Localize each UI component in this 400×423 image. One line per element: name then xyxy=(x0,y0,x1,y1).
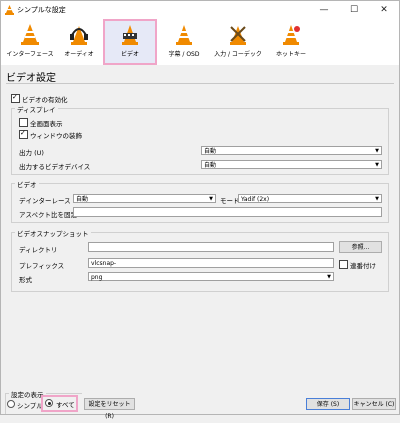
chevron-down-icon: ▼ xyxy=(209,196,213,202)
tab-interface[interactable]: インターフェース xyxy=(5,21,55,63)
chevron-down-icon: ▼ xyxy=(375,196,379,202)
enable-video-label: ビデオの有効化 xyxy=(22,96,68,104)
tab-subtitles-label: 字幕 / OSD xyxy=(168,51,200,58)
enable-video-checkbox[interactable] xyxy=(11,93,20,103)
display-group-title: ディスプレイ xyxy=(15,104,58,114)
window-decoration-checkbox[interactable] xyxy=(19,129,28,139)
simple-radio-label: シンプル xyxy=(17,402,43,410)
codec-cone-icon xyxy=(230,26,246,45)
tab-video[interactable]: ビデオ xyxy=(103,19,157,65)
prefix-input[interactable]: vlcsnap- xyxy=(88,258,334,268)
maximize-button[interactable]: ☐ xyxy=(339,1,369,19)
output-device-select-value: 自動 xyxy=(204,162,217,169)
tab-input-codecs[interactable]: 入力 / コーデック xyxy=(209,21,267,63)
chevron-down-icon: ▼ xyxy=(327,274,331,280)
window-title: シンプルな設定 xyxy=(17,6,66,14)
output-device-label: 出力するビデオデバイス xyxy=(19,163,91,171)
browse-button[interactable]: 参照... xyxy=(339,241,382,253)
format-select[interactable]: png ▼ xyxy=(88,272,334,281)
chevron-down-icon: ▼ xyxy=(375,162,379,168)
tab-hotkeys-label: ホットキー xyxy=(275,51,306,58)
close-button[interactable]: ✕ xyxy=(369,1,399,19)
audio-headphones-icon xyxy=(70,26,88,45)
category-toolbar: インターフェース オーディオ ビデオ 字幕 / OSD 入力 / コーデック ホ… xyxy=(1,19,399,65)
hotkeys-cone-icon xyxy=(283,25,300,45)
sequential-checkbox[interactable] xyxy=(339,260,348,269)
tab-video-label: ビデオ xyxy=(120,51,139,58)
format-select-value: png xyxy=(91,274,103,281)
window-decoration-label: ウィンドウの装飾 xyxy=(30,132,82,140)
title-bar: シンプルな設定 — ☐ ✕ xyxy=(1,1,399,19)
save-button[interactable]: 保存 (S) xyxy=(306,398,350,410)
aspect-ratio-label: アスペクト比を固定 xyxy=(19,211,78,219)
deinterlace-label: デインターレース xyxy=(19,197,71,205)
subtitles-cone-icon xyxy=(176,25,192,45)
simple-radio[interactable] xyxy=(7,400,15,408)
minimize-button[interactable]: — xyxy=(309,1,339,19)
deinterlace-select[interactable]: 自動 ▼ xyxy=(73,194,216,203)
video-group-title: ビデオ xyxy=(15,179,39,189)
all-radio-label: すべて xyxy=(56,401,75,409)
output-select-value: 自動 xyxy=(204,148,217,155)
sequential-label: 連番付け xyxy=(350,262,376,270)
preferences-window: シンプルな設定 — ☐ ✕ インターフェース オーディオ ビデオ 字幕 / OS… xyxy=(0,0,400,420)
directory-input[interactable] xyxy=(88,242,334,252)
video-cone-icon xyxy=(122,25,138,45)
output-label: 出力 (U) xyxy=(19,149,44,157)
interface-cone-icon xyxy=(21,24,39,45)
tab-audio-label: オーディオ xyxy=(64,51,94,58)
reset-button[interactable]: 設定をリセット (R) xyxy=(84,398,135,420)
chevron-down-icon: ▼ xyxy=(375,148,379,154)
show-settings-title: 設定の表示 xyxy=(9,389,46,399)
deinterlace-select-value: 自動 xyxy=(76,196,89,203)
tab-subtitles[interactable]: 字幕 / OSD xyxy=(161,21,207,63)
aspect-ratio-input[interactable] xyxy=(73,207,382,217)
directory-label: ディレクトリ xyxy=(19,246,58,254)
all-radio[interactable] xyxy=(45,399,53,407)
tab-hotkeys[interactable]: ホットキー xyxy=(271,21,311,63)
format-label: 形式 xyxy=(19,276,32,284)
vlc-logo-icon xyxy=(5,5,14,15)
fullscreen-checkbox[interactable] xyxy=(19,118,28,127)
output-select[interactable]: 自動 ▼ xyxy=(201,146,382,155)
mode-select[interactable]: Yadif (2x) ▼ xyxy=(238,194,382,203)
tab-audio[interactable]: オーディオ xyxy=(57,21,101,63)
mode-select-value: Yadif (2x) xyxy=(241,196,270,203)
snapshot-group-title: ビデオスナップショット xyxy=(15,228,91,238)
output-device-select[interactable]: 自動 ▼ xyxy=(201,160,382,169)
title-divider xyxy=(6,83,394,84)
page-title: ビデオ設定 xyxy=(6,73,56,84)
tab-interface-label: インターフェース xyxy=(6,51,54,58)
prefix-value: vlcsnap- xyxy=(91,260,117,267)
tab-input-codecs-label: 入力 / コーデック xyxy=(214,51,262,58)
all-radio-group[interactable]: すべて xyxy=(41,395,78,412)
fullscreen-label: 全画面表示 xyxy=(30,120,63,128)
mode-label: モード xyxy=(220,197,240,205)
prefix-label: プレフィックス xyxy=(19,262,65,270)
cancel-button[interactable]: キャンセル (C) xyxy=(352,398,396,410)
